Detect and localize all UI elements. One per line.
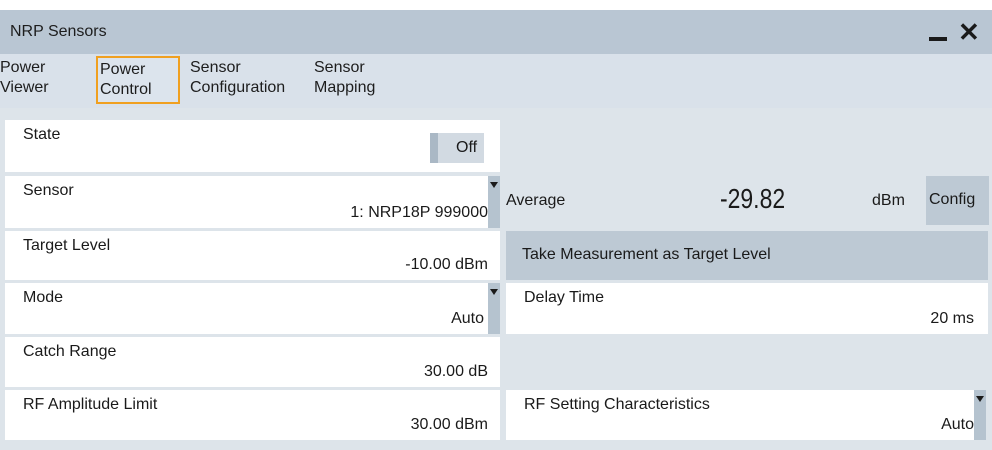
catch-range-value: 30.00 dB [423,363,488,380]
tab-sensor-configuration[interactable]: Sensor Configuration [190,56,308,104]
catch-range-field[interactable]: Catch Range 30.00 dB [5,337,500,387]
delay-time-value: 20 ms [930,310,974,327]
rf-setting-characteristics-value: Auto [941,416,974,433]
average-label: Average [506,192,566,209]
tab-power-viewer-line1: Power [0,59,46,76]
mode-dropdown-icon[interactable] [488,283,500,334]
tab-power-viewer[interactable]: Power Viewer [0,56,94,104]
state-label: State [23,126,61,143]
config-button[interactable]: Config [926,176,989,225]
delay-time-field[interactable]: Delay Time 20 ms [506,283,988,334]
sensor-select[interactable]: Sensor 1: NRP18P 999000 [5,176,488,228]
rf-amplitude-limit-label: RF Amplitude Limit [23,396,158,413]
catch-range-label: Catch Range [23,343,117,360]
tab-bar: Power Viewer Power Control Sensor Config… [0,54,992,108]
average-value: -29.82 [720,183,786,214]
sensor-dropdown-icon[interactable] [488,176,500,228]
tab-sensor-mapping-line1: Sensor [314,59,365,76]
mode-label: Mode [23,289,64,306]
target-level-field[interactable]: Target Level -10.00 dBm [5,231,500,280]
window-title: NRP Sensors [10,23,107,40]
nrp-sensors-window: NRP Sensors ✕ Power Viewer Power Control… [0,0,992,450]
target-level-value: -10.00 dBm [405,256,488,273]
tab-power-control[interactable]: Power Control [96,56,180,104]
target-level-label: Target Level [23,237,111,254]
delay-time-label: Delay Time [524,289,605,306]
rf-setting-dropdown-icon[interactable] [974,390,986,440]
rf-setting-characteristics-select[interactable]: RF Setting Characteristics Auto [506,390,974,440]
sensor-label: Sensor [23,182,74,199]
tab-sensor-configuration-line2: Configuration [190,79,286,96]
title-bar: NRP Sensors ✕ [0,10,992,54]
minimize-icon[interactable] [929,37,947,41]
average-unit: dBm [872,192,905,209]
toggle-indicator [430,133,438,163]
close-icon[interactable]: ✕ [958,18,980,46]
state-toggle-label: Off [456,139,478,156]
rf-amplitude-limit-field[interactable]: RF Amplitude Limit 30.00 dBm [5,390,500,440]
tab-sensor-mapping-line2: Mapping [314,79,376,96]
rf-amplitude-limit-value: 30.00 dBm [410,416,488,433]
mode-value: Auto [451,310,484,327]
mode-select[interactable]: Mode Auto [5,283,488,334]
take-measurement-button[interactable]: Take Measurement as Target Level [506,231,988,280]
state-toggle[interactable]: Off [430,133,484,163]
tab-power-control-line2: Control [100,81,152,98]
tab-sensor-configuration-line1: Sensor [190,59,241,76]
tab-power-control-line1: Power [100,61,146,78]
tab-power-viewer-line2: Viewer [0,79,49,96]
rf-setting-characteristics-label: RF Setting Characteristics [524,396,710,413]
sensor-value: 1: NRP18P 999000 [350,204,488,221]
tab-sensor-mapping[interactable]: Sensor Mapping [314,56,394,104]
state-field: State [5,120,500,172]
